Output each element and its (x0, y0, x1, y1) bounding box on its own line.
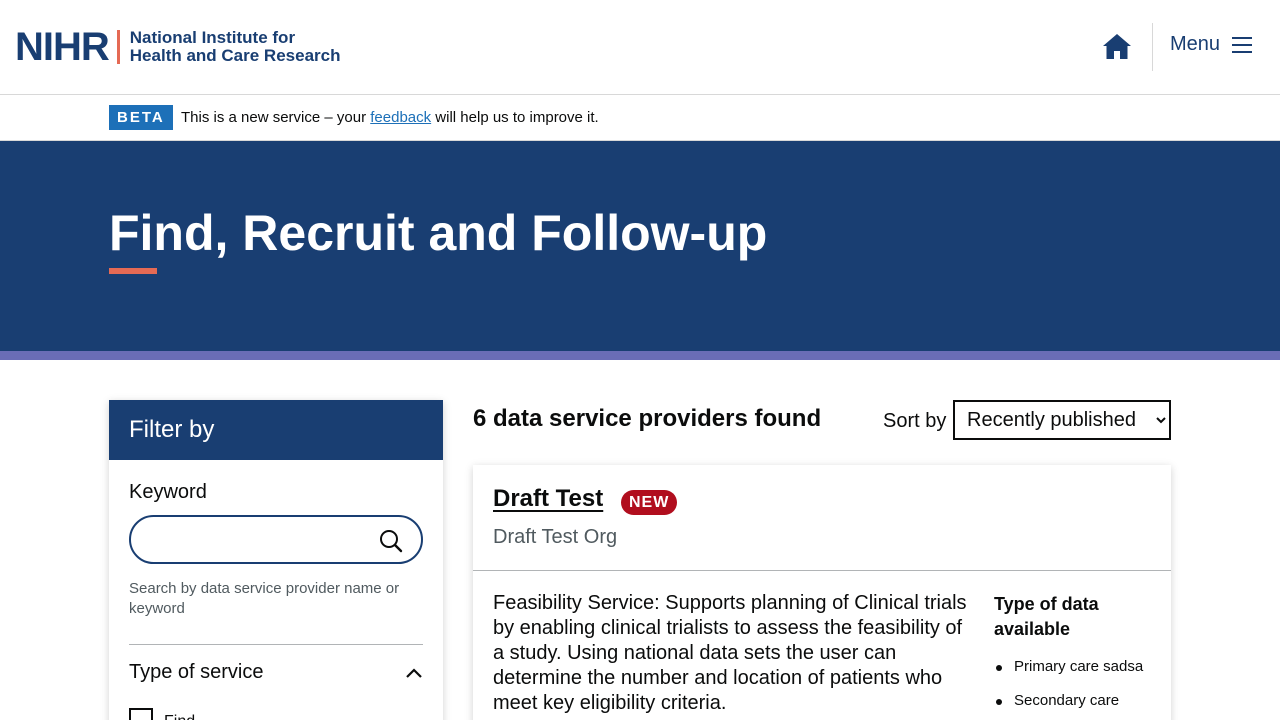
card-divider (473, 570, 1171, 571)
card-organisation: Draft Test Org (493, 526, 618, 548)
beta-text-before: This is a new service – your (181, 109, 371, 126)
checkbox[interactable] (129, 708, 153, 720)
nihr-logo[interactable]: NIHR National Institute for Health and C… (15, 25, 341, 69)
beta-text-after: will help us to improve it. (431, 109, 599, 126)
beta-message: This is a new service – your feedback wi… (181, 108, 599, 128)
home-icon[interactable] (1101, 31, 1133, 63)
logo-text: National Institute for Health and Care R… (130, 29, 341, 65)
sort-select[interactable]: Recently published (953, 400, 1171, 440)
sort-label: Sort by (883, 410, 947, 432)
menu-icon (1232, 36, 1253, 53)
list-item: Secondary care (994, 691, 1164, 711)
search-icon[interactable] (379, 529, 403, 553)
list-item: Primary care sadsa (994, 657, 1164, 677)
card-description: Feasibility Service: Supports planning o… (493, 592, 967, 714)
result-card: Draft Test NEW Draft Test Org Feasibilit… (473, 465, 1171, 720)
beta-banner: BETA This is a new service – your feedba… (0, 95, 1280, 141)
data-type-heading: Type of data available (994, 594, 1099, 639)
logo-line-1: National Institute for (129, 28, 296, 47)
logo-mark: NIHR (15, 25, 110, 69)
filter-heading: Filter by (109, 400, 443, 460)
type-of-service-label: Type of service (129, 661, 264, 683)
keyword-hint: Search by data service provider name or … (129, 580, 400, 617)
title-underline (109, 268, 157, 274)
keyword-input[interactable] (145, 527, 365, 553)
new-badge: NEW (621, 490, 678, 515)
chevron-up-icon (406, 667, 422, 678)
filter-divider (129, 644, 423, 645)
service-option-find[interactable]: Find (129, 708, 195, 720)
hero-banner: Find, Recruit and Follow-up (0, 141, 1280, 351)
filter-panel: Filter by Keyword Search by data service… (109, 400, 443, 720)
type-of-service-toggle[interactable]: Type of service (129, 661, 423, 684)
menu-button[interactable]: Menu (1170, 33, 1253, 56)
beta-tag: BETA (109, 105, 173, 130)
logo-divider (116, 30, 120, 64)
feedback-link[interactable]: feedback (370, 109, 431, 126)
hero-accent-strip (0, 351, 1280, 360)
card-title-link[interactable]: Draft Test (493, 485, 603, 513)
data-type-list: Primary care sadsa Secondary care (994, 657, 1164, 720)
site-header: NIHR National Institute for Health and C… (0, 0, 1280, 95)
header-divider (1152, 23, 1153, 71)
logo-line-2: Health and Care Research (129, 46, 341, 65)
page-title: Find, Recruit and Follow-up (109, 205, 768, 261)
keyword-search-box[interactable] (129, 515, 423, 564)
service-option-label: Find (164, 708, 195, 720)
menu-label: Menu (1170, 33, 1221, 55)
keyword-label: Keyword (129, 481, 207, 503)
results-count: 6 data service providers found (473, 405, 822, 432)
